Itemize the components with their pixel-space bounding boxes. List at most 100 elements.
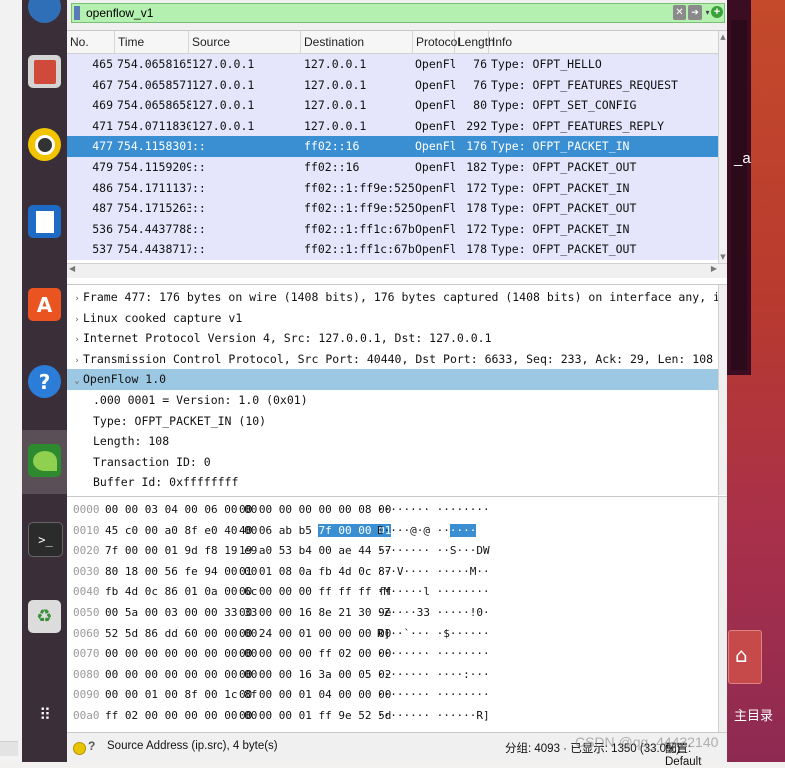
detail-item[interactable]: Length: 108 — [67, 431, 727, 452]
apply-filter-icon[interactable]: ➔ — [688, 5, 702, 20]
table-row[interactable]: 537 754.443871782::ff02::1:ff1c:67b0OpenF… — [67, 239, 720, 260]
detail-item[interactable]: › Frame 477: 176 bytes on wire (1408 bits… — [67, 287, 727, 309]
filter-bookmark-icon[interactable] — [74, 6, 80, 20]
packet-list-scrollbar[interactable]: ▲ ▼ — [718, 31, 727, 263]
hex-bytes-second: 01 01 08 0a fb 4d 0c 87 — [239, 562, 391, 582]
detail-item[interactable]: Buffer Id: 0xffffffff — [67, 472, 727, 493]
ascii-text: ·Z····33 ·····!0· — [377, 606, 490, 619]
table-row[interactable]: 536 754.443778854::ff02::1:ff1c:67b0OpenF… — [67, 218, 720, 240]
hex-offset: 0010 — [73, 523, 100, 537]
hex-row[interactable]: 0060 52 5d 86 dd 60 00 00 00 00 24 00 01 0… — [67, 624, 719, 645]
scroll-up-icon[interactable]: ▲ — [719, 33, 727, 41]
ascii-column: ········ ········ — [377, 644, 490, 664]
table-row[interactable]: 479 754.115920985::ff02::16 OpenFl… 182 Type… — [67, 157, 720, 178]
cell-destination: ff02::16 — [304, 139, 360, 154]
bytes-scrollbar[interactable] — [718, 497, 727, 733]
ascii-text: ········ ········ — [377, 503, 490, 516]
hex-row[interactable]: 0070 00 00 00 00 00 00 00 00 00 00 00 00 f… — [67, 644, 719, 665]
scroll-right-icon[interactable]: ▶ — [711, 264, 717, 273]
ascii-column: ········ ····:··· — [377, 665, 490, 685]
home-folder-icon[interactable]: ⌂ — [728, 630, 762, 684]
cell-source: :: — [192, 160, 206, 174]
hex-bytes-second: 00 00 00 00 ff ff ff ff — [239, 582, 391, 602]
column-length[interactable]: Length — [455, 31, 495, 53]
table-row[interactable]: 477 754.115830171::ff02::16 OpenFl… 176 Type… — [67, 136, 720, 157]
detail-item[interactable]: ⌄ OpenFlow 1.0 — [67, 369, 723, 390]
expert-info-led-icon[interactable] — [73, 742, 86, 755]
collapse-arrow-icon[interactable]: ⌄ — [71, 371, 83, 391]
terminal-glyph: >_ — [38, 532, 53, 547]
column-info[interactable]: Info — [489, 31, 720, 53]
column-destination[interactable]: Destination — [301, 31, 413, 53]
column-source[interactable]: Source — [189, 31, 301, 53]
hex-row[interactable]: 0050 00 5a 00 03 00 00 33 33 00 00 00 16 8… — [67, 603, 719, 624]
files-icon[interactable] — [28, 55, 61, 88]
help-icon[interactable]: ? — [28, 365, 61, 398]
hex-row[interactable]: 0010 45 c0 00 a0 8f e0 40 00 40 06 ab b5 7… — [67, 521, 719, 542]
table-row[interactable]: 487 754.171526376::ff02::1:ff9e:525dOpenF… — [67, 198, 720, 219]
cell-time: 754.443778854 — [117, 221, 191, 236]
table-row[interactable]: 469754.065865834127.0.0.1127.0.0.1OpenFl… — [67, 95, 720, 116]
terminal-icon[interactable]: >_ — [28, 522, 63, 557]
help-question-icon[interactable]: ? — [88, 739, 95, 753]
detail-item[interactable]: › Linux cooked capture v1 — [67, 308, 723, 329]
hex-bytes-second-text: 19 a0 53 b4 00 ae 44 57 — [239, 544, 392, 558]
software-center-icon[interactable]: A — [28, 288, 61, 321]
hex-row[interactable]: 0090 00 00 01 00 8f 00 1c 8f 00 00 00 01 0… — [67, 685, 719, 706]
hex-row[interactable]: 0020 7f 00 00 01 9d f8 19 e9 19 a0 53 b4 0… — [67, 541, 719, 562]
detail-item[interactable]: Type: OFPT_PACKET_IN (10) — [67, 411, 727, 432]
column-no[interactable]: No. — [67, 31, 115, 53]
hex-offset: 0090 — [73, 688, 100, 702]
cell-source: 127.0.0.1 — [192, 98, 255, 113]
expand-arrow-icon[interactable]: › — [71, 330, 83, 350]
hex-bytes-second: 00 00 00 01 04 00 00 00 — [239, 685, 391, 705]
trash-icon[interactable]: ♻ — [28, 600, 61, 633]
rhythmbox-icon[interactable] — [28, 128, 61, 161]
filter-text: openflow_v1 — [86, 6, 154, 20]
ubuntu-dock: A ? >_ ♻ ⠿ — [22, 0, 67, 762]
hex-row[interactable]: 0080 00 00 00 00 00 00 00 00 00 00 00 16 3… — [67, 665, 719, 686]
add-filter-button-icon[interactable]: + — [711, 6, 723, 18]
cell-destination: 127.0.0.1 — [304, 77, 367, 92]
expand-arrow-icon[interactable]: › — [71, 351, 83, 371]
column-protocol[interactable]: Protocol — [413, 31, 460, 53]
cell-destination: ff02::1:ff1c:67b0 — [304, 242, 414, 257]
detail-item[interactable]: › Internet Protocol Version 4, Src: 127.0… — [67, 328, 723, 349]
cell-time: 754.065865834 — [117, 98, 191, 113]
scroll-left-icon[interactable]: ◀ — [69, 264, 75, 273]
detail-text: Linux cooked capture v1 — [83, 310, 243, 325]
hex-row[interactable]: 0040 fb 4d 0c 86 01 0a 00 6c 00 00 00 00 f… — [67, 582, 719, 603]
table-row[interactable]: 486 754.171113765::ff02::1:ff9e:525dOpenF… — [67, 177, 720, 199]
thunderbird-icon[interactable] — [28, 0, 61, 23]
hex-row[interactable]: 0000 00 00 03 04 00 06 00 00 00 00 00 00 0… — [67, 500, 719, 521]
detail-text: Length: 108 — [93, 434, 170, 449]
cell-protocol: OpenFl… — [415, 242, 455, 257]
expand-arrow-icon[interactable]: › — [71, 289, 83, 309]
cell-source: :: — [192, 139, 206, 154]
cell-info: Type: OFPT_PACKET_OUT — [491, 242, 637, 257]
display-filter-input[interactable]: openflow_v1 ✕ ➔ ▾ + — [71, 3, 725, 23]
clear-filter-icon[interactable]: ✕ — [673, 5, 686, 20]
hex-bytes-first: 00 5a 00 03 00 00 33 33 — [105, 606, 258, 619]
table-row[interactable]: 471754.071183071127.0.0.1127.0.0.1OpenFl… — [67, 115, 720, 137]
packet-list-hscrollbar[interactable]: ◀ ▶ — [67, 263, 727, 278]
show-applications-icon[interactable]: ⠿ — [28, 698, 61, 731]
details-scrollbar[interactable] — [718, 285, 727, 495]
column-time[interactable]: Time — [115, 31, 189, 53]
detail-item[interactable]: › Transmission Control Protocol, Src Port… — [67, 349, 723, 370]
scroll-down-icon[interactable]: ▼ — [719, 253, 727, 261]
libreoffice-writer-icon[interactable] — [28, 205, 61, 238]
detail-item[interactable]: .000 0001 = Version: 1.0 (0x01) — [67, 390, 727, 411]
expand-arrow-icon[interactable]: › — [71, 310, 83, 330]
detail-item[interactable]: Transaction ID: 0 — [67, 452, 727, 473]
hex-row[interactable]: 00a0 ff 02 00 00 00 00 00 00 00 00 00 01 f… — [67, 706, 719, 727]
table-row[interactable]: 467754.065857182127.0.0.1127.0.0.1OpenFl… — [67, 74, 720, 96]
hex-row[interactable]: 0030 80 18 00 56 fe 94 00 00 01 01 08 0a f… — [67, 562, 719, 583]
ascii-text: R]··`··· ·$······ — [377, 626, 490, 640]
ascii-column: ·M·····l ········ — [377, 582, 490, 602]
table-row[interactable]: 465754.065816530127.0.0.1127.0.0.1OpenFl… — [67, 54, 720, 75]
cell-length: 178 — [466, 201, 487, 216]
hex-bytes-first: fb 4d 0c 86 01 0a 00 6c — [105, 585, 258, 599]
hex-bytes-first: 00 00 00 00 00 00 00 00 — [105, 647, 258, 661]
wireshark-icon[interactable] — [28, 444, 61, 477]
